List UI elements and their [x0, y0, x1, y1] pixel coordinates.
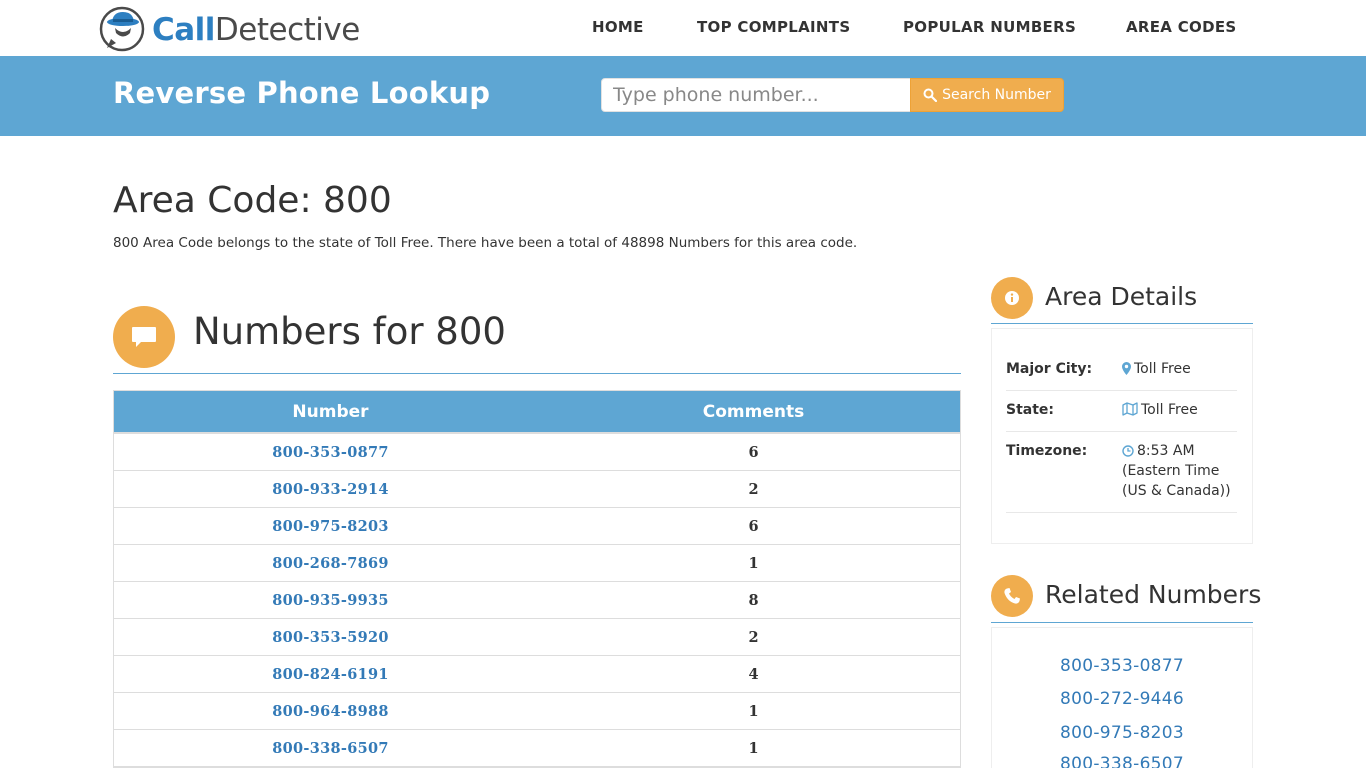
related-number-link[interactable]: 800-353-0877 [1060, 656, 1184, 676]
detail-row-state: State: Toll Free [1006, 391, 1237, 432]
state-value: Toll Free [1141, 402, 1198, 418]
table-row: 800-975-8203 6 [114, 508, 960, 545]
table-row: 800-933-2914 2 [114, 471, 960, 508]
band-title: Reverse Phone Lookup [113, 76, 491, 110]
comment-count: 6 [748, 517, 759, 535]
comment-count: 4 [748, 665, 759, 683]
phone-search-input[interactable] [601, 78, 911, 112]
top-navbar: CallDetective HOME TOP COMPLAINTS POPULA… [0, 0, 1366, 56]
phone-number-link[interactable]: 800-935-9935 [114, 582, 547, 618]
major-city-value: Toll Free [1134, 361, 1191, 377]
map-marker-icon [1122, 362, 1131, 375]
table-row: 800-338-6507 1 [114, 730, 960, 767]
table-row: 800-353-0877 6 [114, 434, 960, 471]
detail-row-major-city: Major City: Toll Free [1006, 350, 1237, 391]
phone-number-link[interactable]: 800-964-8988 [114, 693, 547, 729]
numbers-table-header: Number Comments [114, 391, 960, 434]
numbers-section-icon-circle [113, 306, 175, 368]
search-icon [923, 88, 938, 102]
numbers-section-title: Numbers for 800 [193, 310, 506, 353]
related-number-link[interactable]: 800-338-6507 [1060, 754, 1184, 768]
timezone-time: 8:53 AM [1137, 443, 1195, 459]
detail-row-timezone: Timezone: 8:53 AM (Eastern Time (US & Ca… [1006, 432, 1237, 513]
area-details-divider [991, 323, 1253, 324]
info-icon [1005, 291, 1019, 305]
area-details-icon-circle [991, 277, 1033, 319]
page-title: Area Code: 800 [113, 180, 392, 221]
phone-icon [1004, 588, 1020, 604]
nav-area-codes[interactable]: AREA CODES [1126, 18, 1237, 36]
table-row: 800-824-6191 4 [114, 656, 960, 693]
phone-number-link[interactable]: 800-933-2914 [114, 471, 547, 507]
timezone-name-line2: (US & Canada)) [1122, 483, 1231, 499]
related-numbers-divider [991, 622, 1253, 623]
column-header-number: Number [292, 401, 369, 422]
search-button-label: Search Number [942, 87, 1051, 103]
related-number-link[interactable]: 800-975-8203 [1060, 723, 1184, 743]
phone-number-link[interactable]: 800-268-7869 [114, 545, 547, 581]
phone-number-link[interactable]: 800-975-8203 [114, 508, 547, 544]
related-numbers-icon-circle [991, 575, 1033, 617]
comment-count: 1 [748, 739, 759, 757]
comment-count: 6 [748, 443, 759, 461]
phone-number-link[interactable]: 800-353-5920 [114, 619, 547, 655]
area-details-title: Area Details [1045, 282, 1198, 311]
phone-number-link[interactable]: 800-338-6507 [114, 730, 547, 766]
detail-value: Toll Free [1122, 359, 1191, 379]
detail-label: Major City: [1006, 361, 1093, 377]
area-code-intro: 800 Area Code belongs to the state of To… [113, 235, 858, 251]
comment-count: 1 [748, 702, 759, 720]
main-nav: HOME TOP COMPLAINTS POPULAR NUMBERS AREA… [0, 18, 1366, 38]
map-icon [1122, 402, 1138, 416]
comment-count: 2 [748, 480, 759, 498]
table-row: 800-353-5920 2 [114, 619, 960, 656]
column-header-comments: Comments [702, 401, 805, 422]
numbers-table: Number Comments 800-353-0877 6 800-933-29… [113, 390, 961, 768]
comment-count: 8 [748, 591, 759, 609]
comment-count: 2 [748, 628, 759, 646]
numbers-section-divider [113, 373, 961, 374]
phone-number-link[interactable]: 800-824-6191 [114, 656, 547, 692]
comment-count: 1 [748, 554, 759, 572]
related-numbers-title: Related Numbers [1045, 580, 1262, 609]
related-number-link[interactable]: 800-272-9446 [1060, 689, 1184, 709]
nav-popular-numbers[interactable]: POPULAR NUMBERS [903, 18, 1076, 36]
clock-icon [1122, 445, 1134, 457]
search-number-button[interactable]: Search Number [910, 78, 1064, 112]
detail-value: Toll Free [1122, 400, 1198, 420]
table-row: 800-964-8988 1 [114, 693, 960, 730]
table-row: 800-935-9935 8 [114, 582, 960, 619]
timezone-name-line1: (Eastern Time [1122, 463, 1220, 479]
table-row: 800-268-7869 1 [114, 545, 960, 582]
comment-icon [132, 327, 156, 347]
detail-label: Timezone: [1006, 443, 1088, 459]
phone-number-link[interactable]: 800-353-0877 [114, 434, 547, 470]
nav-top-complaints[interactable]: TOP COMPLAINTS [697, 18, 850, 36]
detail-label: State: [1006, 402, 1055, 418]
nav-home[interactable]: HOME [592, 18, 644, 36]
detail-value: 8:53 AM (Eastern Time (US & Canada)) [1122, 441, 1231, 501]
search-band: Reverse Phone Lookup Search Number [0, 56, 1366, 136]
